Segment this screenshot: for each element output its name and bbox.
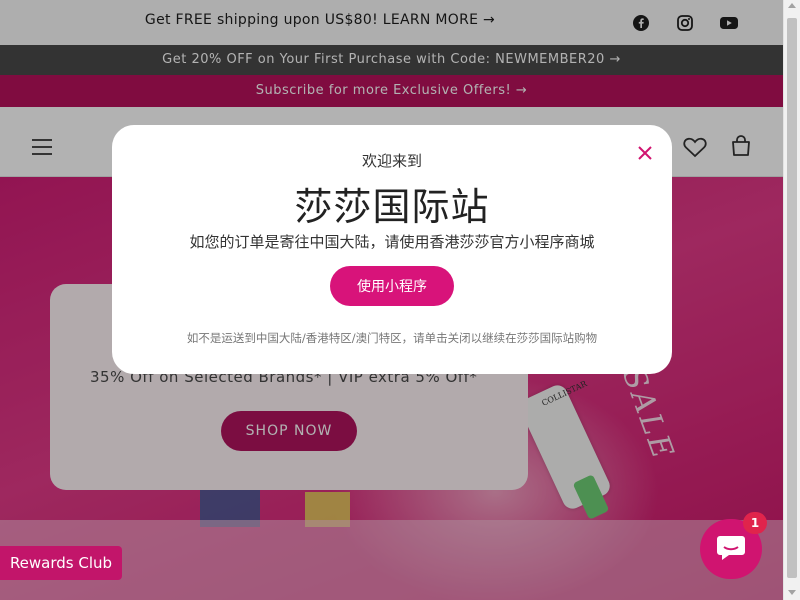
popup-welcome: 欢迎来到 bbox=[361, 152, 422, 170]
scroll-up-arrow[interactable] bbox=[788, 3, 796, 8]
scroll-thumb[interactable] bbox=[787, 18, 797, 578]
scrollbar[interactable] bbox=[783, 0, 800, 600]
chat-icon bbox=[716, 533, 746, 565]
modal-overlay[interactable]: 欢迎来到 莎莎国际站 如您的订单是寄往中国大陆，请使用香港莎莎官方小程序商城 使… bbox=[0, 0, 783, 600]
mini-program-button[interactable]: 使用小程序 bbox=[330, 266, 454, 306]
chat-notification-badge: 1 bbox=[743, 512, 767, 534]
popup-description: 如您的订单是寄往中国大陆，请使用香港莎莎官方小程序商城 bbox=[189, 233, 595, 251]
popup-title: 莎莎国际站 bbox=[294, 185, 490, 229]
rewards-club-button[interactable]: Rewards Club bbox=[0, 546, 122, 580]
popup-note: 如不是运送到中国大陆/香港特区/澳门特区，请单击关闭以继续在莎莎国际站购物 bbox=[186, 331, 598, 345]
page: Get FREE shipping upon US$80! LEARN MORE… bbox=[0, 0, 783, 600]
region-popup: 欢迎来到 莎莎国际站 如您的订单是寄往中国大陆，请使用香港莎莎官方小程序商城 使… bbox=[112, 125, 672, 374]
scroll-down-arrow[interactable] bbox=[788, 590, 796, 595]
